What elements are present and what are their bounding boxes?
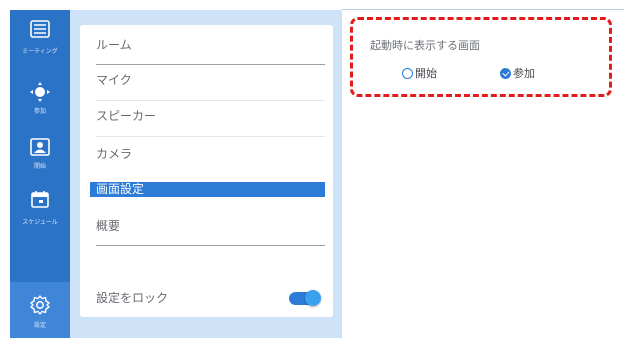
- menu-item-speaker[interactable]: スピーカー: [96, 104, 325, 137]
- highlight-box: [350, 17, 612, 97]
- gear-icon: [30, 295, 50, 315]
- start-icon: [30, 138, 50, 156]
- calendar-icon: [31, 191, 49, 208]
- menu-item-display-settings[interactable]: 画面設定: [90, 182, 325, 197]
- toggle-knob: [305, 290, 321, 306]
- menu-item-room[interactable]: ルーム: [96, 33, 325, 65]
- menu-item-microphone[interactable]: マイク: [96, 68, 325, 101]
- radio-unchecked-icon[interactable]: [402, 68, 413, 79]
- nav-item-label: スケジュール: [22, 219, 58, 226]
- menu-item-camera[interactable]: カメラ: [96, 142, 325, 166]
- nav-item-join[interactable]: 参加: [10, 70, 70, 126]
- list-icon: [30, 20, 50, 38]
- menu-item-about[interactable]: 概要: [96, 214, 325, 246]
- option-join[interactable]: 参加: [500, 65, 535, 81]
- nav-item-label: 参加: [33, 108, 46, 115]
- option-join-label: 参加: [513, 67, 535, 80]
- nav-item-label: 開始: [33, 163, 46, 170]
- nav-item-settings[interactable]: 設定: [10, 282, 70, 338]
- nav-item-start[interactable]: 開始: [10, 130, 70, 186]
- option-start-label: 開始: [415, 67, 437, 80]
- nav-item-meeting[interactable]: ミーティング: [10, 10, 70, 66]
- nav-item-schedule[interactable]: スケジュール: [10, 186, 70, 242]
- lock-settings-toggle[interactable]: [289, 290, 321, 306]
- startup-screen-label: 起動時に表示する画面: [370, 39, 480, 52]
- radio-checked-icon[interactable]: [500, 68, 511, 79]
- join-icon: [30, 82, 50, 102]
- option-start[interactable]: 開始: [402, 65, 437, 81]
- nav-item-label: ミーティング: [22, 48, 58, 55]
- nav-rail: ミーティング 参加 開始 スケジュール 設定: [10, 10, 70, 338]
- nav-item-label: 設定: [33, 322, 46, 329]
- settings-menu-card: ルーム マイク スピーカー カメラ 画面設定 概要 設定をロック: [80, 25, 333, 317]
